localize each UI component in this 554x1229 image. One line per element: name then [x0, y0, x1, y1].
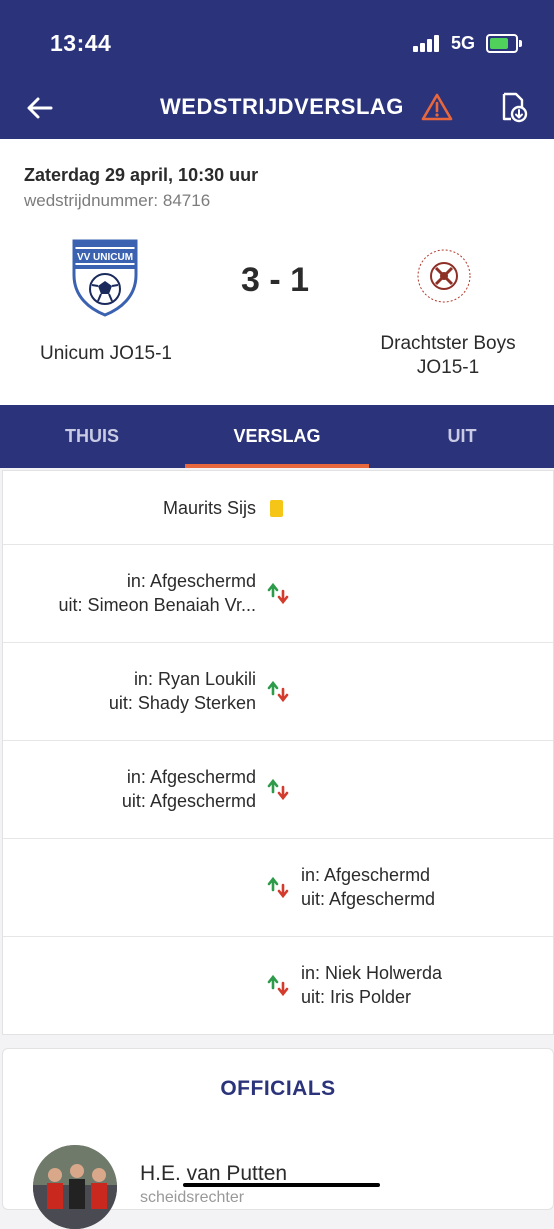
- official-role: scheidsrechter: [140, 1189, 245, 1206]
- sub-in-player: in: Ryan Loukili: [133, 669, 256, 689]
- away-team-name-line1: Drachtster Boys: [380, 333, 516, 354]
- substitution-icon: [267, 876, 289, 899]
- substitution-icon: [267, 680, 289, 703]
- event-yellow-card[interactable]: Maurits Sijs: [3, 471, 553, 545]
- battery-icon: [486, 34, 522, 53]
- tab-uit[interactable]: UIT: [370, 405, 554, 468]
- tab-thuis[interactable]: THUIS: [0, 405, 184, 468]
- download-report-button[interactable]: [497, 90, 531, 124]
- sub-out-player: uit: Afgeschermd: [301, 889, 436, 909]
- match-score: 3 - 1: [240, 261, 310, 299]
- status-bar: 13:44 5G: [0, 0, 554, 80]
- svg-text:VV UNICUM: VV UNICUM: [77, 252, 133, 263]
- substitution-icon: [267, 582, 289, 605]
- substitution-text: in: Afgeschermd uit: Afgeschermd: [301, 863, 435, 911]
- app-bar: 13:44 5G WEDSTRIJDVERSLAG: [0, 0, 554, 139]
- unicum-crest-icon: VV UNICUM: [72, 239, 138, 317]
- substitution-text: in: Ryan Loukili uit: Shady Sterken: [109, 667, 256, 715]
- substitution-text: in: Afgeschermd uit: Simeon Benaiah Vr..…: [59, 569, 256, 617]
- away-team-name[interactable]: Drachtster Boys JO15-1: [360, 332, 536, 380]
- sub-in-player: in: Afgeschermd: [301, 865, 431, 885]
- drachtster-crest-icon: [417, 249, 471, 303]
- tab-bar: THUIS VERSLAG UIT: [0, 405, 554, 468]
- sub-in-player: in: Afgeschermd: [126, 571, 256, 591]
- officials-card: OFFICIALS H.E. van Putten scheidsrechter: [2, 1048, 554, 1229]
- official-avatar: [33, 1145, 117, 1229]
- event-substitution[interactable]: in: Niek Holwerda uit: Iris Polder: [3, 937, 553, 1033]
- redaction-bar: [183, 1183, 380, 1187]
- sub-out-player: uit: Afgeschermd: [121, 791, 256, 811]
- sub-in-player: in: Niek Holwerda: [301, 963, 443, 983]
- page-title: WEDSTRIJDVERSLAG: [160, 94, 404, 119]
- substitution-icon: [267, 778, 289, 801]
- match-header: Zaterdag 29 april, 10:30 uur wedstrijdnu…: [0, 139, 554, 405]
- away-team-logo[interactable]: [409, 246, 479, 306]
- substitution-icon: [267, 974, 289, 997]
- report-issue-button[interactable]: [421, 92, 453, 122]
- document-download-icon: [502, 92, 528, 123]
- event-substitution[interactable]: in: Ryan Loukili uit: Shady Sterken: [3, 643, 553, 741]
- event-substitution[interactable]: in: Afgeschermd uit: Simeon Benaiah Vr..…: [3, 545, 553, 643]
- sub-in-player: in: Afgeschermd: [126, 767, 256, 787]
- network-label: 5G: [451, 33, 476, 53]
- home-team-name[interactable]: Unicum JO15-1: [6, 343, 206, 365]
- sub-out-player: uit: Iris Polder: [301, 987, 412, 1007]
- home-team-logo[interactable]: VV UNICUM: [70, 237, 140, 317]
- status-time: 13:44: [50, 30, 112, 56]
- warning-icon: [421, 93, 453, 121]
- match-number: wedstrijdnummer: 84716: [24, 191, 211, 210]
- event-substitution[interactable]: in: Afgeschermd uit: Afgeschermd: [3, 839, 553, 937]
- signal-icon: [413, 34, 443, 52]
- away-team-name-line2: JO15-1: [416, 357, 480, 378]
- substitution-text: in: Niek Holwerda uit: Iris Polder: [301, 961, 442, 1009]
- match-events-list: Maurits Sijs in: Afgeschermd uit: Simeon…: [2, 470, 554, 1035]
- tab-verslag[interactable]: VERSLAG: [185, 405, 369, 468]
- arrow-left-icon: [27, 97, 53, 119]
- match-date: Zaterdag 29 april, 10:30 uur: [24, 165, 259, 185]
- yellow-card-icon: [270, 500, 283, 517]
- event-substitution[interactable]: in: Afgeschermd uit: Afgeschermd: [3, 741, 553, 839]
- back-button[interactable]: [24, 92, 56, 124]
- sub-out-player: uit: Shady Sterken: [108, 693, 256, 713]
- officials-title: OFFICIALS: [220, 1077, 336, 1100]
- sub-out-player: uit: Simeon Benaiah Vr...: [58, 595, 256, 615]
- substitution-text: in: Afgeschermd uit: Afgeschermd: [122, 765, 256, 813]
- event-player: Maurits Sijs: [162, 498, 256, 518]
